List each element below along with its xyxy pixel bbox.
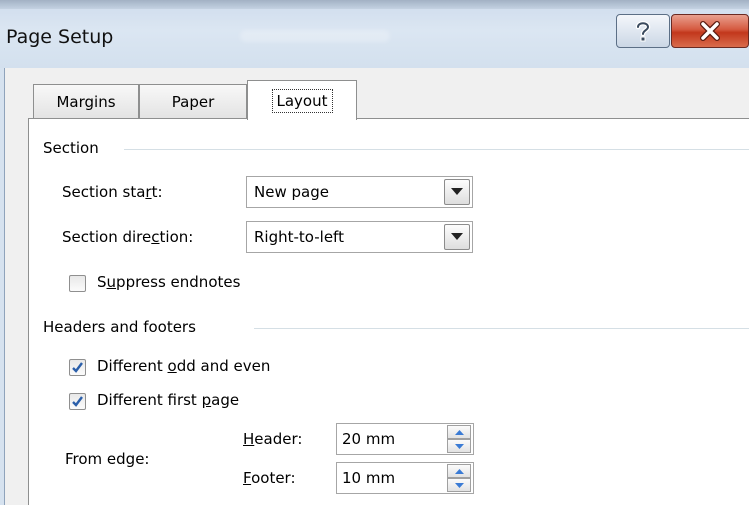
arrow-up-icon xyxy=(454,468,464,474)
close-button[interactable] xyxy=(671,14,749,48)
help-button[interactable] xyxy=(616,14,670,48)
different-odd-even-checkbox[interactable] xyxy=(69,359,86,376)
spin-down-button[interactable] xyxy=(447,439,471,453)
different-first-page-checkbox[interactable] xyxy=(69,393,86,410)
tab-label: Paper xyxy=(171,92,215,111)
dialog-body: Margins Paper Layout Section Section sta… xyxy=(4,68,749,505)
different-first-page-label: Different first page xyxy=(97,391,240,409)
layout-panel: Section Section start: New page Section … xyxy=(28,118,749,505)
spin-up-button[interactable] xyxy=(447,464,471,478)
section-direction-value: Right-to-left xyxy=(254,228,344,246)
arrow-up-icon xyxy=(454,429,464,435)
section-start-value: New page xyxy=(254,183,329,201)
section-start-label: Section start: xyxy=(62,183,163,201)
footer-distance-value: 10 mm xyxy=(342,469,396,487)
suppress-endnotes-checkbox[interactable] xyxy=(69,275,86,292)
suppress-endnotes-label: Suppress endnotes xyxy=(97,273,241,291)
dialog-title: Page Setup xyxy=(6,26,114,48)
headers-footers-divider xyxy=(254,328,749,329)
spin-up-button[interactable] xyxy=(447,425,471,439)
background-window-strip xyxy=(0,0,749,9)
section-heading: Section xyxy=(43,139,99,157)
help-icon xyxy=(635,21,651,42)
section-divider xyxy=(124,149,749,150)
different-odd-even-label: Different odd and even xyxy=(97,357,271,375)
close-icon xyxy=(700,21,720,41)
ghost-title-glow xyxy=(240,30,390,42)
footer-label: Footer: xyxy=(243,469,296,487)
checkmark-icon xyxy=(72,362,83,373)
spin-down-button[interactable] xyxy=(447,478,471,492)
tab-label: Layout xyxy=(271,88,333,113)
header-label: Header: xyxy=(243,430,303,448)
from-edge-label: From edge: xyxy=(65,450,150,468)
tab-paper[interactable]: Paper xyxy=(139,84,247,118)
dropdown-arrow-button[interactable] xyxy=(444,224,470,250)
section-direction-label: Section direction: xyxy=(62,228,194,246)
chevron-down-icon xyxy=(451,188,463,195)
dropdown-arrow-button[interactable] xyxy=(444,179,470,205)
checkmark-icon xyxy=(72,396,83,407)
arrow-down-icon xyxy=(454,482,464,488)
header-distance-spinner[interactable]: 20 mm xyxy=(336,423,474,455)
headers-footers-heading: Headers and footers xyxy=(43,318,196,336)
header-distance-value: 20 mm xyxy=(342,430,396,448)
section-start-select[interactable]: New page xyxy=(246,176,473,208)
footer-distance-spinner[interactable]: 10 mm xyxy=(336,462,474,494)
section-direction-select[interactable]: Right-to-left xyxy=(246,221,473,253)
chevron-down-icon xyxy=(451,233,463,240)
tab-margins[interactable]: Margins xyxy=(33,84,139,118)
tab-layout[interactable]: Layout xyxy=(247,80,357,120)
tab-label: Margins xyxy=(56,92,116,111)
arrow-down-icon xyxy=(454,443,464,449)
